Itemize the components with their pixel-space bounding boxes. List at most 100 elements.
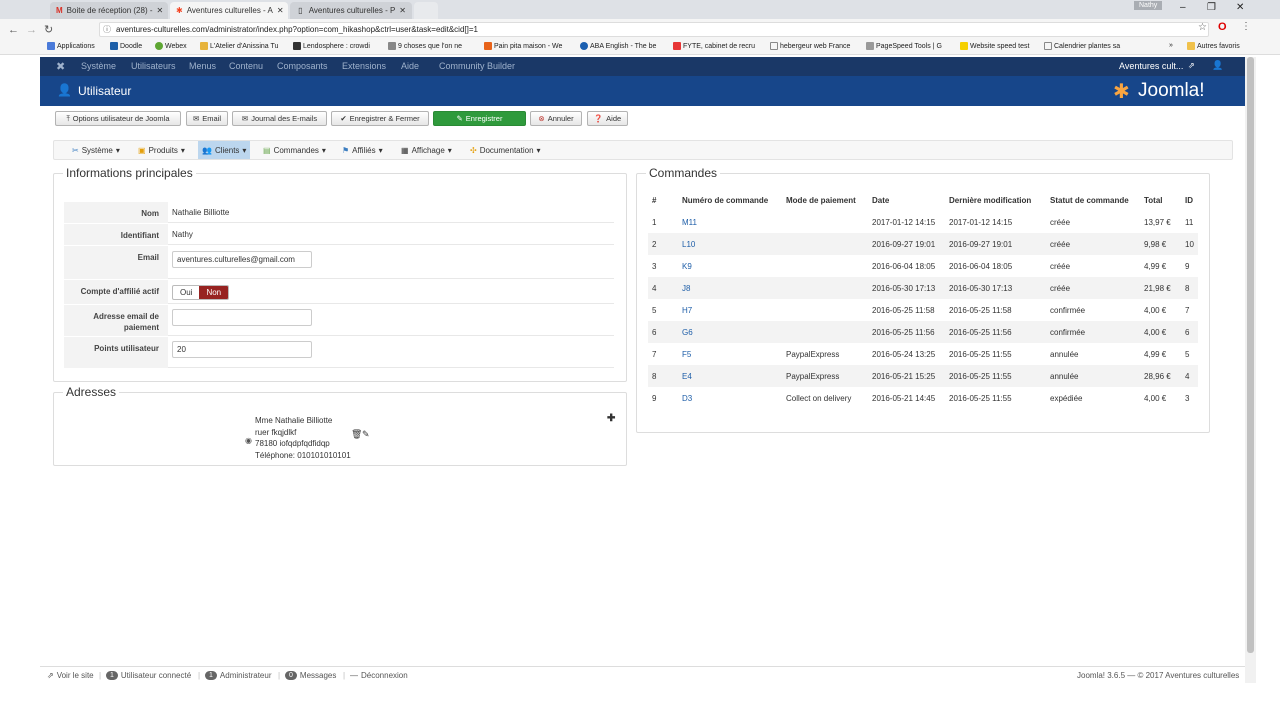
user-menu-icon[interactable]: 👤 [1212,60,1223,71]
bookmark-doodle[interactable]: Doodle [110,42,142,50]
restore-icon[interactable]: ❐ [1207,2,1216,13]
pencil-icon[interactable]: ✎ [362,429,370,440]
order-date: 2016-05-21 14:45 [872,393,936,403]
bookmark-atelier[interactable]: L'Atelier d'Anissina Tu [200,42,278,50]
order-number-link[interactable]: E4 [678,365,782,387]
bookmark-9choses[interactable]: 9 choses que l'on ne [388,42,462,50]
menu-aide[interactable]: Aide [401,61,419,71]
order-number-link[interactable]: G6 [678,321,782,343]
menu-composants[interactable]: Composants [277,61,328,71]
info-icon[interactable]: ⓘ [103,23,111,36]
reload-icon[interactable]: ↻ [44,23,54,36]
cancel-button[interactable]: ⊗ Annuler [530,111,582,126]
bookmark-painpita[interactable]: Pain pita maison - We [484,42,562,50]
order-number-link[interactable]: K9 [678,255,782,277]
admins-online[interactable]: 1 Administrateur [205,671,271,680]
check-icon: ✔ [340,114,347,123]
subnav-documentation[interactable]: ✣ Documentation ▾ [466,141,545,159]
save-close-button[interactable]: ✔ Enregistrer & Fermer [331,111,429,126]
new-tab-button[interactable] [414,2,438,19]
subnav-commandes[interactable]: ▤ Commandes ▾ [259,141,330,159]
no-option[interactable]: Non [199,286,229,299]
menu-community-builder[interactable]: Community Builder [439,61,515,71]
speedtest-icon [960,42,968,50]
col-order-number[interactable]: Numéro de commande [678,189,782,211]
bookmark-pagespeed[interactable]: PageSpeed Tools | G [866,42,942,50]
affiliate-toggle[interactable]: Oui Non [172,285,230,300]
order-number-link[interactable]: M11 [678,211,782,233]
tab-site[interactable]: ▯ Aventures culturelles - P ✕ [290,2,412,19]
email-field[interactable]: aventures.culturelles@gmail.com [172,251,312,268]
back-icon[interactable]: ← [8,24,19,36]
subnav-affilies[interactable]: ⚑ Affiliés ▾ [338,141,387,159]
menu-systeme[interactable]: Système [81,61,116,71]
subnav-produits[interactable]: ▣ Produits ▾ [134,141,189,159]
close-icon[interactable]: ✕ [395,6,406,15]
yes-option[interactable]: Oui [173,286,199,299]
messages-link[interactable]: 0 Messages [285,671,336,680]
menu-utilisateurs[interactable]: Utilisateurs [131,61,176,71]
bookmarks-overflow[interactable]: » [1169,42,1173,49]
order-number-link[interactable]: D3 [678,387,782,409]
close-icon[interactable]: ✕ [273,6,284,15]
users-online[interactable]: 1 Utilisateur connecté [106,671,191,680]
star-icon[interactable]: ☆ [1198,22,1207,33]
scrollbar-thumb[interactable] [1247,57,1254,653]
order-number-link[interactable]: H7 [678,299,782,321]
payment-email-row: Adresse email de paiement [64,305,614,337]
logout-link[interactable]: — Déconnexion [350,671,408,680]
add-address-icon[interactable]: ✚ [607,413,615,424]
bookmark-calendrier[interactable]: Calendrier plantes sa [1044,42,1120,50]
bookmark-speedtest[interactable]: Website speed test [960,42,1029,50]
order-number-link[interactable]: J8 [678,277,782,299]
menu-extensions[interactable]: Extensions [342,61,386,71]
help-button[interactable]: ❓ Aide [587,111,628,126]
bookmark-apps[interactable]: Applications [47,42,95,50]
minimize-icon[interactable]: – [1180,2,1186,13]
subnav-systeme[interactable]: ✂ Système ▾ [68,141,124,159]
subnav-clients[interactable]: 👥 Clients ▾ [198,141,251,159]
col-id[interactable]: ID [1181,189,1198,211]
bookmark-other[interactable]: Autres favoris [1187,42,1240,50]
opera-icon[interactable]: O [1218,21,1227,33]
subnav-affichage[interactable]: ▦ Affichage ▾ [397,141,456,159]
page-scrollbar[interactable] [1245,57,1256,683]
payment-email-field[interactable] [172,309,312,326]
table-row: 4 J8 2016-05-30 17:13 2016-05-30 17:13 créée… [648,277,1198,299]
points-field[interactable]: 20 [172,341,312,358]
page-icon [1044,42,1052,50]
menu-contenu[interactable]: Contenu [229,61,263,71]
bookmark-hebergeur[interactable]: hebergeur web France [770,42,850,50]
order-number-link[interactable]: L10 [678,233,782,255]
url-bar[interactable]: ⓘ aventures-culturelles.com/administrato… [99,22,1209,37]
site-link[interactable]: Aventures cult... [1119,61,1183,71]
menu-menus[interactable]: Menus [189,61,216,71]
email-button[interactable]: ✉ Email [186,111,228,126]
col-modified[interactable]: Dernière modification [945,189,1046,211]
tab-gmail[interactable]: M Boite de réception (28) - ✕ [50,2,168,19]
joomla-user-options-button[interactable]: ⤒ Options utilisateur de Joomla [55,111,181,126]
menu-icon[interactable]: ⋮ [1241,21,1251,32]
forward-icon[interactable]: → [26,24,37,36]
col-status[interactable]: Statut de commande [1046,189,1140,211]
joomla-logo-icon[interactable]: ✖ [56,60,65,73]
default-address-radio[interactable]: ◉ [245,436,252,445]
bookmark-webex[interactable]: Webex [155,42,187,50]
bookmark-aba[interactable]: ABA English - The be [580,42,656,50]
email-log-button[interactable]: ✉ Journal des E-mails [232,111,327,126]
col-payment[interactable]: Mode de paiement [782,189,868,211]
col-date[interactable]: Date [868,189,945,211]
table-row: 7 F5 PaypalExpress 2016-05-24 13:25 2016-05-… [648,343,1198,365]
save-button[interactable]: ✎ Enregistrer [433,111,526,126]
tab-joomla-admin[interactable]: ✱ Aventures culturelles - A ✕ [170,2,288,19]
order-number-link[interactable]: F5 [678,343,782,365]
close-window-icon[interactable]: ✕ [1236,2,1244,13]
trash-icon[interactable]: 🗑 [351,429,362,440]
view-site-link[interactable]: ⇗ Voir le site [47,671,94,680]
caret-down-icon: ▾ [378,145,383,155]
bookmark-lendosphere[interactable]: Lendosphere : crowdi [293,42,370,50]
col-total[interactable]: Total [1140,189,1181,211]
profile-badge[interactable]: Nathy [1134,1,1163,10]
close-icon[interactable]: ✕ [153,6,164,15]
bookmark-fyte[interactable]: FYTE, cabinet de recru [673,42,755,50]
